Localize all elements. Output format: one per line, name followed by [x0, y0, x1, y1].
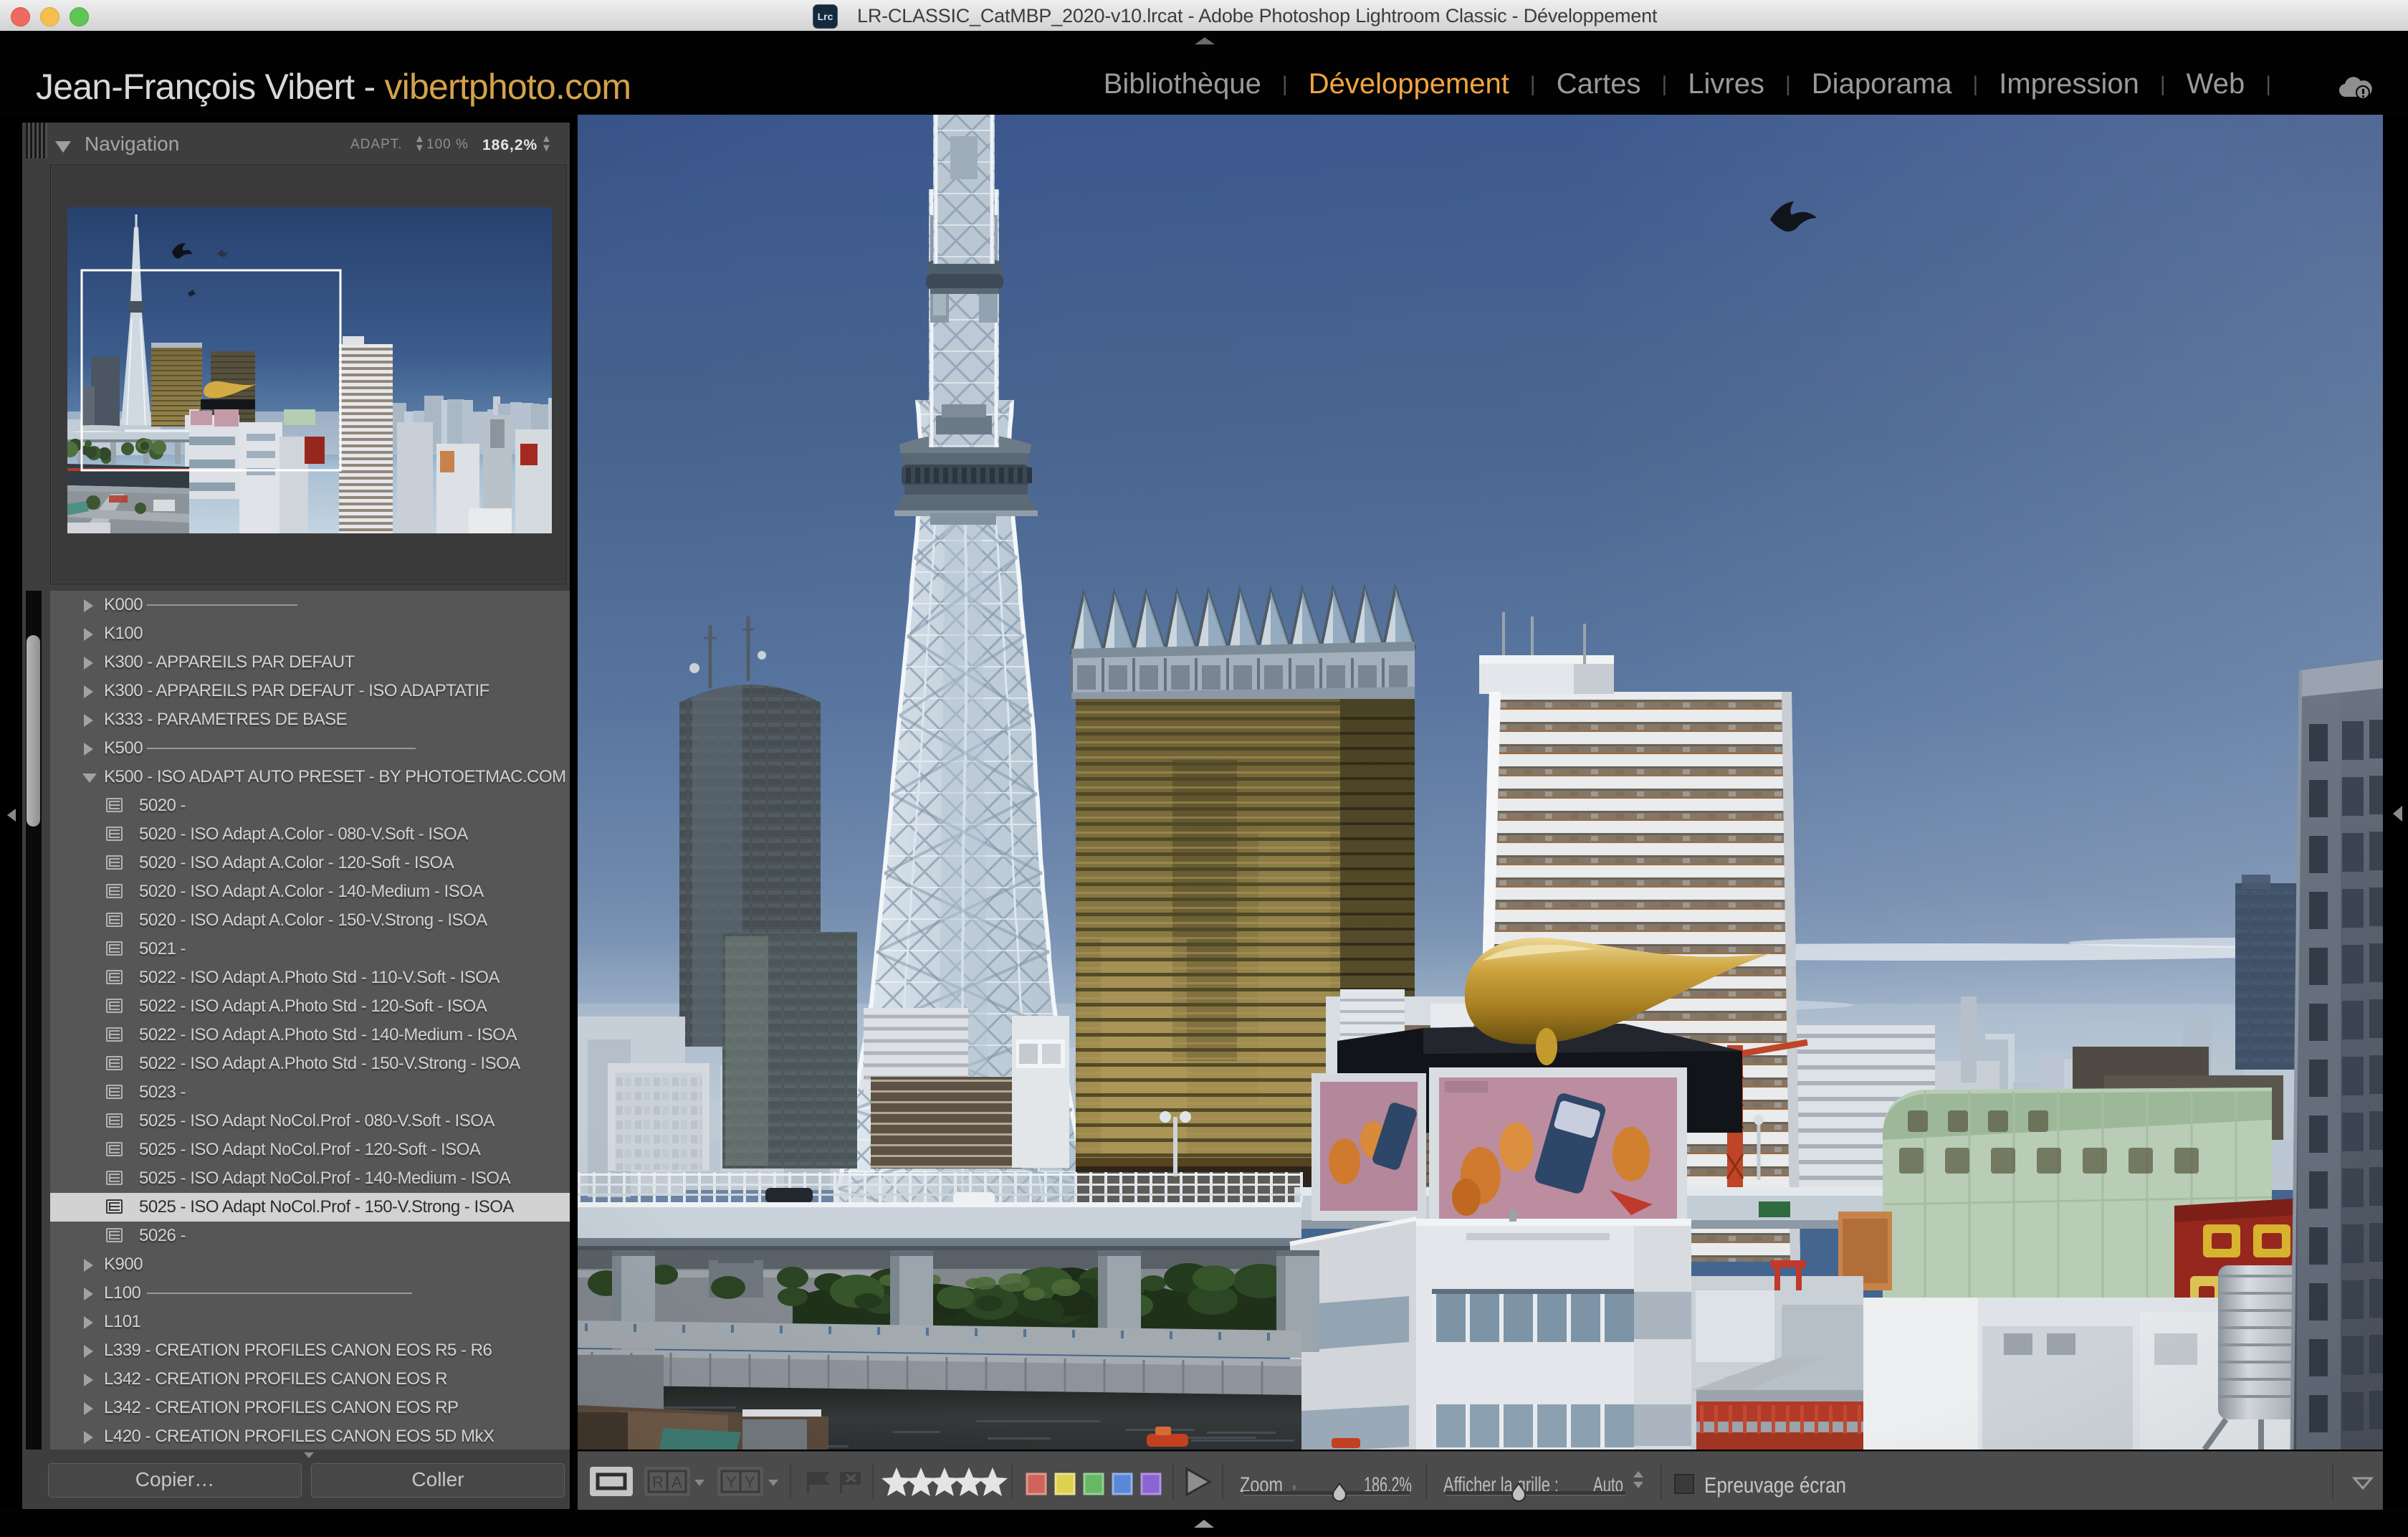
- svg-text:R: R: [652, 1473, 664, 1491]
- svg-text:Y: Y: [745, 1473, 755, 1491]
- svg-text:Epreuvage écran: Epreuvage écran: [1704, 1472, 1846, 1498]
- svg-text:A: A: [672, 1473, 682, 1491]
- svg-text:Y: Y: [726, 1473, 737, 1491]
